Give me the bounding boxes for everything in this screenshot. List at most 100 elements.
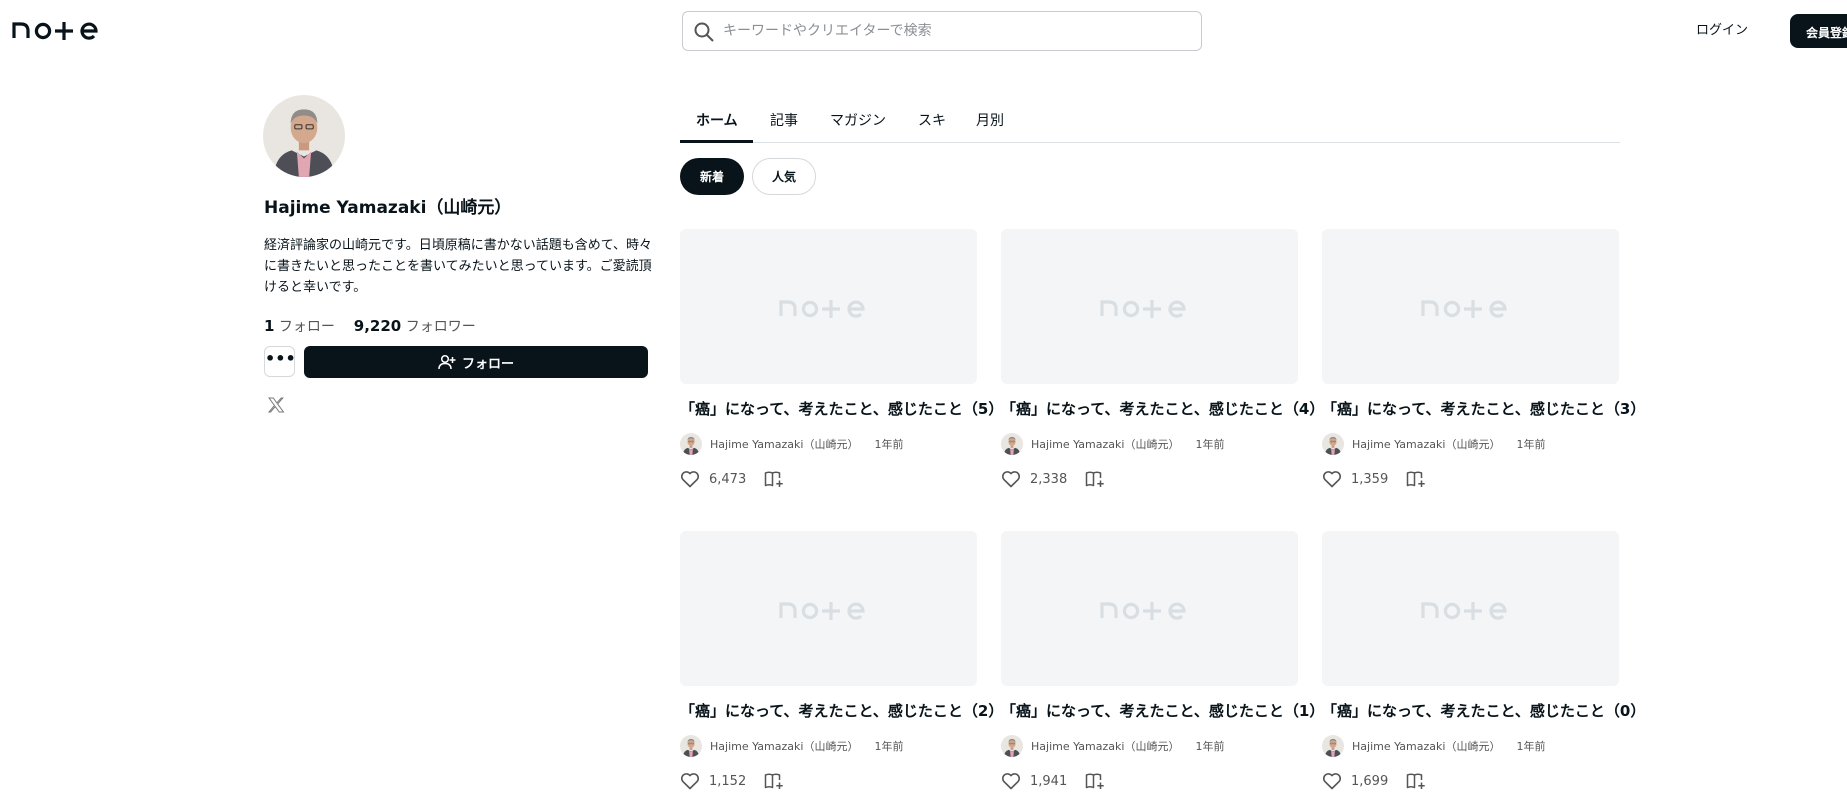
heart-icon[interactable] — [1322, 772, 1342, 790]
profile-avatar — [263, 95, 345, 177]
heart-icon[interactable] — [680, 470, 700, 488]
follow-label: フォロー — [461, 356, 514, 372]
profile-name: Hajime Yamazaki（山崎元） — [264, 198, 512, 218]
site-header: ログイン 会員登録 — [0, 0, 1847, 60]
author-name[interactable]: Hajime Yamazaki（山崎元） — [710, 436, 858, 452]
article-card[interactable]: 「癌」になって、考えたこと、感じたこと（0） Hajime Yamazaki（山崎… — [1322, 531, 1645, 792]
post-time: 1年前 — [1516, 740, 1546, 753]
article-thumbnail[interactable] — [1001, 531, 1298, 686]
tab-magazines[interactable]: マガジン — [830, 110, 886, 130]
signup-button[interactable]: 会員登録 — [1790, 14, 1847, 48]
login-link[interactable]: ログイン — [1696, 19, 1748, 38]
post-time: 1年前 — [1516, 438, 1546, 451]
author-avatar[interactable] — [1322, 433, 1344, 455]
article-meta: Hajime Yamazaki（山崎元） 1年前 — [1322, 734, 1619, 758]
following-count[interactable]: 1 — [264, 317, 274, 335]
profile-bio: 経済評論家の山崎元です。日頃原稿に書かない話題も含めて、時々に書きたいと思ったこ… — [264, 238, 653, 295]
author-avatar[interactable] — [680, 433, 702, 455]
article-actions: 1,152 — [680, 770, 977, 792]
note-logo-placeholder — [774, 292, 884, 322]
tab-home[interactable]: ホーム — [696, 110, 738, 130]
author-name[interactable]: Hajime Yamazaki（山崎元） — [1031, 436, 1179, 452]
tab-likes[interactable]: スキ — [918, 110, 946, 130]
magazine-add-icon[interactable] — [764, 470, 784, 488]
heart-icon[interactable] — [1322, 470, 1342, 488]
magazine-add-icon[interactable] — [1085, 772, 1105, 790]
author-avatar[interactable] — [1322, 735, 1344, 757]
like-count: 1,941 — [1030, 773, 1068, 789]
follow-button[interactable]: フォロー — [304, 346, 648, 378]
tab-monthly[interactable]: 月別 — [976, 110, 1004, 130]
article-thumbnail[interactable] — [680, 229, 977, 384]
like-count: 2,338 — [1030, 471, 1068, 487]
like-count: 1,152 — [709, 773, 747, 789]
profile-stats: 1 フォロー 9,220 フォロワー — [264, 316, 476, 336]
search-box[interactable] — [682, 11, 1202, 51]
magazine-add-icon[interactable] — [1085, 470, 1105, 488]
article-card[interactable]: 「癌」になって、考えたこと、感じたこと（5） Hajime Yamazaki（山崎… — [680, 229, 1003, 490]
article-thumbnail[interactable] — [1322, 531, 1619, 686]
article-meta: Hajime Yamazaki（山崎元） 1年前 — [1322, 432, 1619, 456]
note-logo-placeholder — [1416, 292, 1526, 322]
followers-count[interactable]: 9,220 — [354, 317, 401, 335]
filter-new[interactable]: 新着 — [680, 158, 744, 195]
tab-articles[interactable]: 記事 — [770, 110, 798, 130]
note-logo-placeholder — [1095, 594, 1205, 624]
article-meta: Hajime Yamazaki（山崎元） 1年前 — [1001, 734, 1298, 758]
author-avatar[interactable] — [680, 735, 702, 757]
note-logo-placeholder — [1095, 292, 1205, 322]
note-logo-placeholder — [774, 594, 884, 624]
article-title[interactable]: 「癌」になって、考えたこと、感じたこと（5） — [680, 398, 1003, 419]
like-count: 1,699 — [1351, 773, 1389, 789]
author-name[interactable]: Hajime Yamazaki（山崎元） — [1031, 738, 1179, 754]
article-meta: Hajime Yamazaki（山崎元） 1年前 — [680, 432, 977, 456]
article-thumbnail[interactable] — [1001, 229, 1298, 384]
post-time: 1年前 — [1195, 438, 1225, 451]
magazine-add-icon[interactable] — [1406, 470, 1426, 488]
article-meta: Hajime Yamazaki（山崎元） 1年前 — [1001, 432, 1298, 456]
search-icon — [694, 22, 714, 42]
article-title[interactable]: 「癌」になって、考えたこと、感じたこと（3） — [1322, 398, 1645, 419]
article-actions: 2,338 — [1001, 468, 1298, 490]
article-actions: 1,941 — [1001, 770, 1298, 792]
article-thumbnail[interactable] — [1322, 229, 1619, 384]
article-title[interactable]: 「癌」になって、考えたこと、感じたこと（4） — [1001, 398, 1324, 419]
following-label[interactable]: フォロー — [279, 319, 335, 335]
article-thumbnail[interactable] — [680, 531, 977, 686]
heart-icon[interactable] — [1001, 772, 1021, 790]
heart-icon[interactable] — [680, 772, 700, 790]
author-name[interactable]: Hajime Yamazaki（山崎元） — [1352, 436, 1500, 452]
article-card[interactable]: 「癌」になって、考えたこと、感じたこと（1） Hajime Yamazaki（山崎… — [1001, 531, 1324, 792]
like-count: 6,473 — [709, 471, 747, 487]
article-card[interactable]: 「癌」になって、考えたこと、感じたこと（3） Hajime Yamazaki（山崎… — [1322, 229, 1645, 490]
note-logo-placeholder — [1416, 594, 1526, 624]
post-time: 1年前 — [874, 438, 904, 451]
x-logo-icon[interactable] — [267, 396, 285, 414]
magazine-add-icon[interactable] — [1406, 772, 1426, 790]
article-card[interactable]: 「癌」になって、考えたこと、感じたこと（4） Hajime Yamazaki（山崎… — [1001, 229, 1324, 490]
author-name[interactable]: Hajime Yamazaki（山崎元） — [1352, 738, 1500, 754]
heart-icon[interactable] — [1001, 470, 1021, 488]
article-meta: Hajime Yamazaki（山崎元） 1年前 — [680, 734, 977, 758]
author-avatar[interactable] — [1001, 735, 1023, 757]
like-count: 1,359 — [1351, 471, 1389, 487]
article-actions: 1,359 — [1322, 468, 1619, 490]
article-card[interactable]: 「癌」になって、考えたこと、感じたこと（2） Hajime Yamazaki（山崎… — [680, 531, 1003, 792]
active-tab-indicator — [680, 140, 753, 143]
filter-popular[interactable]: 人気 — [752, 158, 816, 195]
followers-label[interactable]: フォロワー — [406, 319, 476, 335]
article-title[interactable]: 「癌」になって、考えたこと、感じたこと（2） — [680, 700, 1003, 721]
profile-tabs: ホーム 記事 マガジン スキ 月別 — [680, 100, 1620, 143]
author-name[interactable]: Hajime Yamazaki（山崎元） — [710, 738, 858, 754]
note-logo[interactable] — [12, 14, 112, 44]
user-plus-icon — [438, 354, 456, 370]
search-input[interactable] — [723, 18, 1183, 44]
post-time: 1年前 — [874, 740, 904, 753]
article-actions: 6,473 — [680, 468, 977, 490]
magazine-add-icon[interactable] — [764, 772, 784, 790]
more-options-button[interactable]: ••• — [264, 346, 296, 377]
author-avatar[interactable] — [1001, 433, 1023, 455]
article-title[interactable]: 「癌」になって、考えたこと、感じたこと（0） — [1322, 700, 1645, 721]
article-actions: 1,699 — [1322, 770, 1619, 792]
article-title[interactable]: 「癌」になって、考えたこと、感じたこと（1） — [1001, 700, 1324, 721]
